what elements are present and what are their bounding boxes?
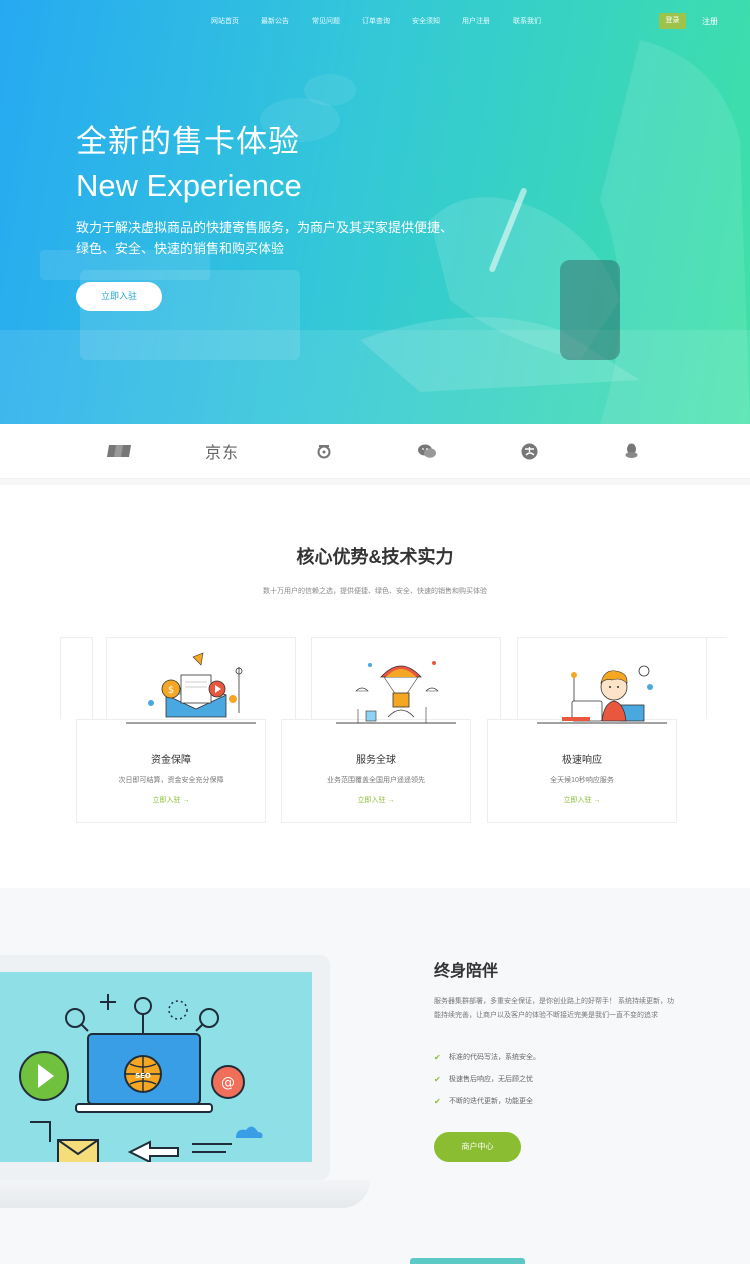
card-join-link[interactable]: 立即入驻 →: [76, 795, 266, 805]
card-title: 服务全球: [356, 755, 396, 766]
hero-title: 全新的售卡体验: [76, 124, 300, 159]
card-body: [281, 719, 471, 823]
hero-description: 致力于解决虚拟商品的快捷寄售服务，为商户及其买家提供便捷、绿色、安全、快速的销售…: [76, 220, 454, 256]
card-description: 次日即可结算，资金安全充分保障: [118, 777, 224, 784]
feature-list: ✔ 标准的代码写法，系统安全。 ✔ 极速售后响应，无后顾之忧 ✔ 不断的迭代更新，功能…: [434, 1052, 684, 1118]
fast-response-illustration: [537, 665, 667, 724]
nav-item-security[interactable]: 安全须知: [412, 16, 440, 26]
unionpay-icon: [106, 440, 132, 462]
hero-subtitle: New Experience: [76, 168, 302, 203]
card-description: 全天候10秒响应服务: [550, 777, 614, 784]
list-item: ✔ 标准的代码写法，系统安全。: [434, 1052, 684, 1074]
section-divider: [0, 479, 750, 485]
tenpay-icon: [315, 440, 333, 462]
core-section-description: 数十万用户的信赖之选，提供便捷、绿色、安全、快速的销售和购买体验: [263, 588, 487, 595]
page: 网站首页 最新公告 常见问题 订单查询 安全须知 用户注册 联系我们 登录 注册…: [0, 0, 750, 1264]
advantage-card[interactable]: $ 资金保障 次日即可结算，资金安全充分保障 立即入驻 →: [76, 637, 296, 823]
hero-banner: 网站首页 最新公告 常见问题 订单查询 安全须知 用户注册 联系我们 登录 注册…: [0, 0, 750, 424]
list-item: ✔ 不断的迭代更新，功能更全: [434, 1096, 684, 1118]
card-title: 极速响应: [562, 755, 602, 766]
nav-item-contact[interactable]: 联系我们: [513, 16, 541, 26]
list-item: ✔ 极速售后响应，无后顾之忧: [434, 1074, 684, 1096]
card-title: 资金保障: [151, 755, 191, 766]
card-body: [487, 719, 677, 823]
card-join-link[interactable]: 立即入驻 →: [487, 795, 677, 805]
check-icon: ✔: [434, 1097, 441, 1106]
card-body: [76, 719, 266, 823]
merchant-center-button[interactable]: 商户中心: [434, 1132, 521, 1162]
advantage-card[interactable]: 服务全球 业务范围覆盖全国用户遥遥领先 立即入驻 →: [281, 637, 501, 823]
seo-laptop-illustration: SEO @: [19, 994, 263, 1162]
qq-icon: [623, 440, 639, 462]
feature-text: 极速售后响应，无后顾之忧: [449, 1076, 533, 1083]
register-link[interactable]: 注册: [702, 16, 718, 27]
nav-item-faq[interactable]: 常见问题: [312, 16, 340, 26]
feature-text: 标准的代码写法，系统安全。: [449, 1054, 540, 1061]
nav-item-home[interactable]: 网站首页: [211, 16, 239, 26]
advantage-card[interactable]: 极速响应 全天候10秒响应服务 立即入驻 →: [487, 637, 707, 823]
nav-item-order-query[interactable]: 订单查询: [362, 16, 390, 26]
nav-item-announcements[interactable]: 最新公告: [261, 16, 289, 26]
feature-text: 不断的迭代更新，功能更全: [449, 1098, 533, 1105]
global-delivery-illustration: [336, 661, 456, 724]
card-join-link[interactable]: 立即入驻 →: [281, 795, 471, 805]
svg-text:@: @: [221, 1075, 235, 1091]
lifetime-title: 终身陪伴: [434, 963, 499, 980]
check-icon: ✔: [434, 1053, 441, 1062]
wechat-icon: [416, 440, 438, 462]
next-section-edge: [410, 1258, 525, 1264]
login-button[interactable]: 登录: [659, 13, 686, 29]
core-section-title: 核心优势&技术实力: [296, 547, 454, 567]
svg-text:$: $: [168, 685, 174, 696]
nav-item-register[interactable]: 用户注册: [462, 16, 490, 26]
money-envelope-illustration: $: [126, 652, 256, 724]
hero-join-button[interactable]: 立即入驻: [76, 282, 162, 311]
top-nav: 网站首页 最新公告 常见问题 订单查询 安全须知 用户注册 联系我们: [0, 14, 750, 30]
lifetime-description: 服务器集群部署，多重安全保证，是你创业路上的好帮手！ 系统持续更新，功能持续完善…: [434, 998, 674, 1019]
jd-logo-text: 京东: [204, 445, 239, 462]
check-icon: ✔: [434, 1075, 441, 1084]
card-description: 业务范围覆盖全国用户遥遥领先: [327, 777, 425, 784]
alipay-icon: [520, 440, 538, 462]
payment-logo-strip: 京东: [0, 424, 750, 479]
svg-text:SEO: SEO: [135, 1072, 151, 1080]
hero-background-illustration: [0, 40, 750, 424]
laptop-base: [0, 1180, 370, 1208]
jd-logo: 京东: [204, 440, 240, 462]
